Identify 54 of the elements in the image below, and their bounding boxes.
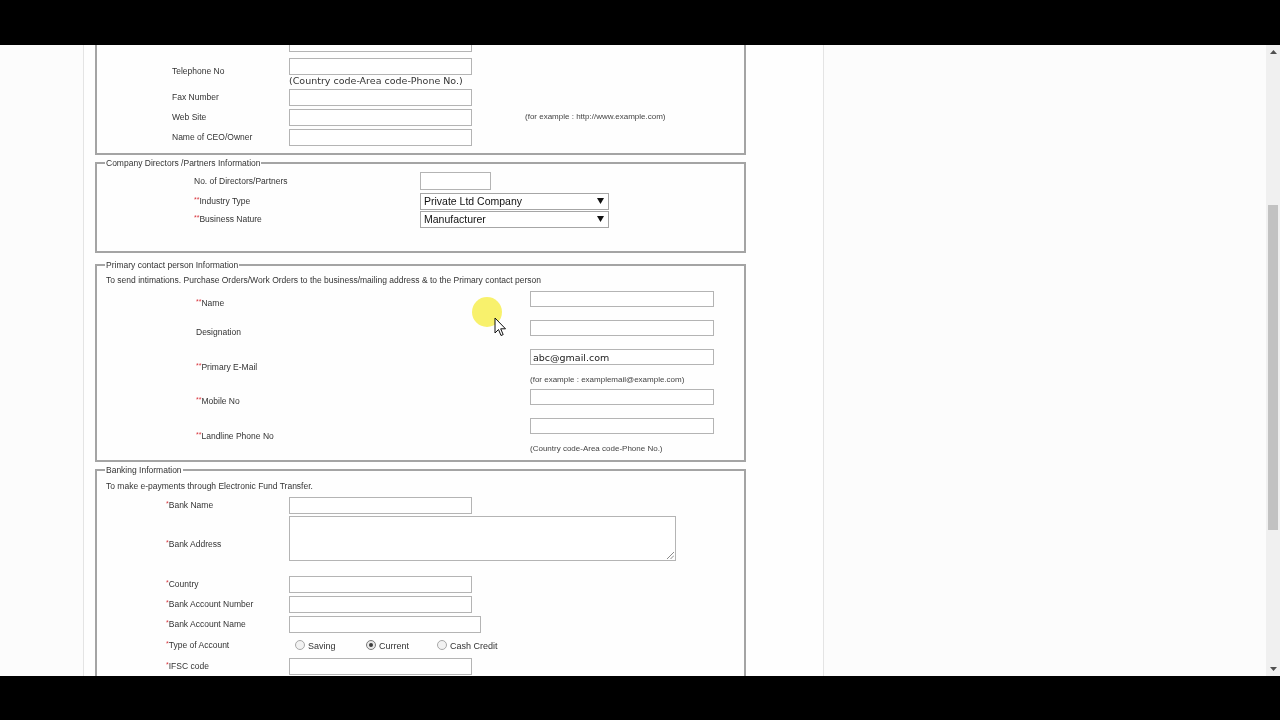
caret-icon — [597, 198, 604, 204]
input-field[interactable] — [289, 128, 472, 146]
radio-button[interactable] — [437, 640, 447, 650]
input-field[interactable] — [289, 575, 472, 593]
field-label: Industry Type — [199, 196, 251, 206]
field-label: Telephone No — [172, 66, 225, 76]
radio-label[interactable]: Saving — [308, 641, 336, 651]
field-label: Name — [201, 298, 225, 308]
resize-grip-icon[interactable] — [667, 552, 674, 559]
input-field[interactable]: abc@gmail.com — [530, 349, 714, 365]
input-field[interactable] — [289, 58, 472, 75]
scroll-up-icon[interactable] — [1269, 50, 1277, 54]
field-label: Landline Phone No — [201, 431, 274, 441]
field-label: Designation — [196, 327, 241, 337]
field-label: Primary E-Mail — [201, 362, 258, 372]
input-field[interactable] — [530, 291, 714, 307]
input-field[interactable] — [530, 320, 714, 336]
format-hint: (Country code-Area code-Phone No.) — [289, 75, 464, 86]
radio-button[interactable] — [295, 640, 305, 650]
input-field[interactable] — [289, 657, 472, 675]
format-hint: (for example : examplemail@example.com) — [530, 375, 686, 385]
input-field[interactable] — [289, 496, 472, 514]
input-field[interactable] — [289, 88, 472, 106]
section-legend: Primary contact person Information — [105, 260, 240, 270]
field-label: Fax Number — [172, 92, 219, 102]
input-field[interactable] — [289, 595, 472, 613]
example-hint: (for example : http://www.example.com) — [525, 112, 666, 122]
dropdown[interactable]: Manufacturer — [420, 210, 609, 228]
section-description: To make e-payments through Electronic Fund Transfer. — [106, 481, 314, 491]
input-field[interactable] — [289, 45, 472, 52]
radio-label[interactable]: Current — [379, 641, 409, 651]
section-description: To send intimations. Purchase Orders/Work Orders to the business/mailing address & to the Primary contact person — [106, 275, 542, 285]
format-hint: (Country code-Area code-Phone No.) — [530, 444, 664, 454]
field-label: No. of Directors/Partners — [194, 176, 288, 186]
textarea-field[interactable] — [289, 516, 676, 561]
field-label: Mobile No — [201, 396, 240, 406]
input-field[interactable] — [530, 418, 714, 434]
section-legend: Company Directors /Partners Information — [105, 158, 262, 168]
field-label: Business Nature — [199, 214, 262, 224]
mouse-cursor-icon — [472, 297, 506, 337]
input-field[interactable] — [530, 389, 714, 405]
input-field[interactable] — [289, 108, 472, 126]
dropdown[interactable]: Private Ltd Company — [420, 192, 609, 210]
input-field[interactable] — [289, 615, 481, 633]
caret-icon — [597, 216, 604, 222]
radio-button[interactable] — [366, 640, 376, 650]
input-field[interactable] — [420, 172, 491, 190]
radio-label[interactable]: Cash Credit — [450, 641, 498, 651]
field-label: Name of CEO/Owner — [172, 132, 253, 142]
scrollbar[interactable] — [1266, 45, 1280, 676]
section-legend: Banking Information — [105, 465, 183, 475]
field-label: Web Site — [172, 112, 207, 122]
scroll-down-icon[interactable] — [1269, 667, 1277, 671]
scrollbar-thumb[interactable] — [1268, 205, 1278, 530]
